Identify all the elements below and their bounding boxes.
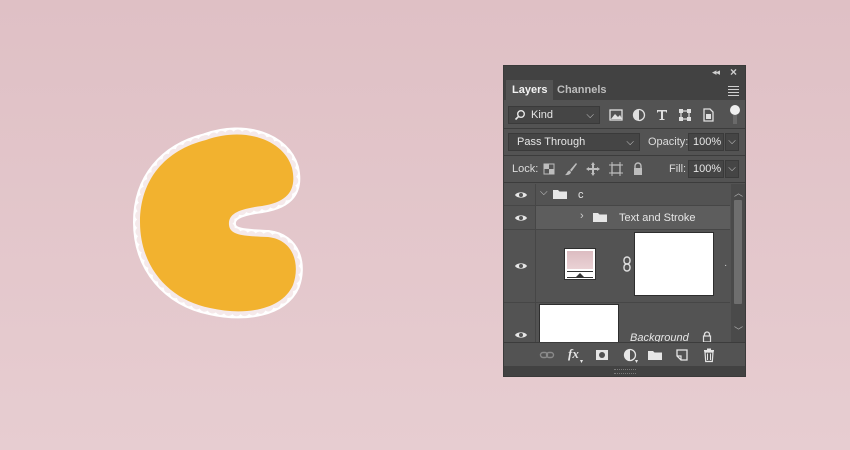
visibility-column: [504, 206, 536, 229]
layer-row-text-and-stroke[interactable]: › Text and Stroke: [504, 206, 730, 230]
filter-pixel-icon[interactable]: [607, 106, 625, 124]
visibility-column: [504, 303, 536, 342]
folder-icon[interactable]: [647, 347, 663, 363]
lock-transparency-icon[interactable]: [540, 160, 558, 178]
layer-name: c: [578, 189, 584, 201]
chevron-down-icon: ⌵: [586, 110, 594, 121]
lock-move-icon[interactable]: [584, 160, 602, 178]
panel-tabs: Layers Channels: [504, 80, 745, 100]
layer-name: Background: [630, 332, 689, 342]
fill-chevron-icon[interactable]: ⌵: [725, 160, 739, 178]
collapse-panel-icon[interactable]: ◂◂: [712, 67, 720, 78]
layers-scrollbar[interactable]: ︿ ﹀: [731, 184, 745, 342]
link-layers-icon[interactable]: [539, 347, 555, 363]
visibility-column: [504, 230, 536, 302]
trash-icon[interactable]: [701, 347, 717, 363]
layer-row-adjustment[interactable]: ·: [504, 230, 730, 303]
visibility-column: [504, 184, 536, 205]
eye-icon[interactable]: [514, 190, 528, 200]
fill-label: Fill:: [669, 163, 687, 175]
panel-bottom-toolbar: fx ▾ ▾: [504, 342, 745, 366]
panel-menu-icon[interactable]: [728, 86, 739, 98]
layer-mask-thumbnail[interactable]: [634, 232, 714, 296]
filter-adjustment-icon[interactable]: [630, 106, 648, 124]
layer-row-group-c[interactable]: ⌵ c: [504, 184, 730, 206]
folder-icon: [553, 190, 567, 199]
lock-icon: [702, 331, 712, 342]
lock-label: Lock:: [512, 163, 539, 175]
chevron-down-icon[interactable]: ﹀: [734, 324, 743, 337]
fx-icon: fx: [568, 346, 579, 361]
filter-kind-label: Kind: [531, 109, 554, 121]
lock-all-icon[interactable]: [629, 160, 647, 178]
opacity-input[interactable]: 100%: [688, 133, 724, 151]
chevron-up-icon[interactable]: ︿: [734, 186, 743, 199]
lock-brush-icon[interactable]: [562, 160, 580, 178]
blend-row: Pass Through ⌵ Opacity: 100% ⌵: [504, 131, 745, 153]
opacity-label: Opacity:: [648, 136, 689, 148]
adjustment-menu-caret: ▾: [635, 359, 639, 365]
eye-icon[interactable]: [514, 213, 528, 223]
opacity-chevron-icon[interactable]: ⌵: [725, 133, 739, 151]
layer-row-background[interactable]: Background: [504, 303, 730, 342]
mask-indicator-dot: ·: [724, 260, 728, 271]
chevron-down-icon: ⌵: [626, 137, 634, 148]
divider: [504, 128, 745, 129]
blend-mode-value: Pass Through: [517, 136, 586, 148]
filter-kind-dropdown[interactable]: Kind ⌵: [508, 106, 600, 124]
chevron-right-icon[interactable]: ›: [580, 210, 584, 222]
chevron-down-icon[interactable]: ⌵: [540, 187, 548, 198]
layers-panel: ◂◂ × Layers Channels Kind ⌵ Pass Through…: [504, 65, 745, 376]
search-icon: [514, 110, 525, 121]
eye-icon[interactable]: [514, 261, 528, 271]
scrollbar-thumb[interactable]: [734, 200, 742, 304]
panel-footer: [504, 366, 745, 376]
layer-name: Text and Stroke: [619, 212, 696, 224]
add-mask-icon[interactable]: [594, 347, 610, 363]
filter-toggle-switch[interactable]: [730, 105, 740, 125]
filter-type-icon[interactable]: [653, 106, 671, 124]
adjustment-thumbnail[interactable]: [564, 248, 596, 280]
close-panel-icon[interactable]: ×: [730, 65, 737, 79]
panel-titlebar: ◂◂ ×: [504, 65, 745, 80]
eye-icon[interactable]: [514, 330, 528, 340]
lock-row: Lock: Fill: 100% ⌵: [504, 158, 745, 180]
divider: [504, 182, 745, 183]
filter-shape-icon[interactable]: [676, 106, 694, 124]
tab-layers[interactable]: Layers: [506, 80, 554, 100]
layers-list: ⌵ c › Text and Stroke · Background: [504, 184, 730, 342]
fx-button[interactable]: fx ▾: [568, 346, 586, 365]
divider: [504, 155, 745, 156]
blend-mode-dropdown[interactable]: Pass Through ⌵: [508, 133, 640, 151]
background-thumbnail[interactable]: [539, 304, 619, 342]
filter-smart-object-icon[interactable]: [699, 106, 717, 124]
tab-channels[interactable]: Channels: [551, 80, 613, 100]
new-layer-icon[interactable]: [674, 347, 690, 363]
resize-grip[interactable]: [614, 369, 636, 374]
fill-input[interactable]: 100%: [688, 160, 724, 178]
folder-icon: [593, 213, 607, 222]
lock-artboard-icon[interactable]: [607, 160, 625, 178]
filter-row: Kind ⌵: [504, 104, 745, 126]
link-icon[interactable]: [622, 256, 632, 272]
